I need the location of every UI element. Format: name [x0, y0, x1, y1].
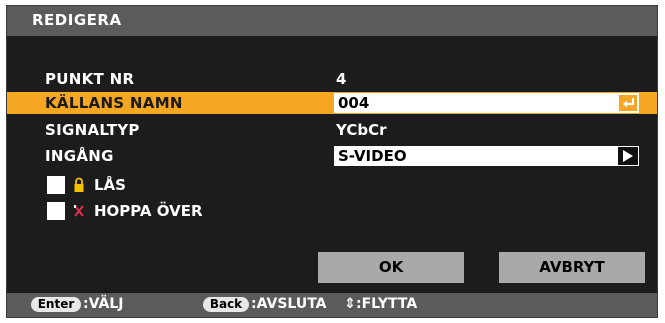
signal-type-label: SIGNALTYP: [45, 121, 140, 139]
lock-label: LÅS: [94, 176, 126, 194]
play-arrow-icon: [623, 150, 633, 162]
enter-key-badge: Enter: [31, 297, 81, 312]
source-name-value: 004: [338, 94, 370, 112]
input-next-button[interactable]: [617, 146, 639, 166]
item-number-row: PUNKT NR 4: [7, 68, 657, 90]
edit-dialog: REDIGERA PUNKT NR 4 KÄLLANS NAMN 004 SIG…: [6, 5, 658, 318]
enter-return-button[interactable]: [617, 93, 639, 113]
ok-button[interactable]: OK: [318, 252, 464, 283]
move-action-text: :FLYTTA: [356, 296, 418, 312]
item-number-label: PUNKT NR: [45, 70, 135, 88]
skip-x-icon: [74, 205, 84, 217]
enter-return-icon: [623, 98, 635, 108]
input-row: INGÅNG S-VIDEO: [7, 145, 657, 167]
input-select[interactable]: S-VIDEO: [334, 146, 617, 166]
title-bar: REDIGERA: [7, 6, 657, 36]
dialog-title: REDIGERA: [32, 11, 122, 29]
enter-action-text: :VÄLJ: [83, 296, 124, 312]
skip-checkbox[interactable]: [47, 202, 65, 220]
back-key-badge: Back: [203, 297, 249, 312]
signal-type-value: YCbCr: [336, 121, 387, 139]
cancel-button[interactable]: AVBRYT: [499, 252, 645, 283]
input-label: INGÅNG: [45, 147, 114, 165]
back-action-text: :AVSLUTA: [251, 296, 327, 312]
lock-checkbox[interactable]: [47, 176, 65, 194]
source-name-input[interactable]: 004: [334, 93, 617, 113]
signal-type-row: SIGNALTYP YCbCr: [7, 119, 657, 141]
source-name-label: KÄLLANS NAMN: [45, 94, 183, 112]
move-arrows-icon: ⇕: [344, 296, 356, 312]
input-value: S-VIDEO: [338, 147, 407, 165]
source-name-row[interactable]: KÄLLANS NAMN 004: [7, 92, 657, 114]
skip-label: HOPPA ÖVER: [94, 202, 203, 220]
lock-icon: [74, 177, 84, 192]
item-number-value: 4: [336, 70, 347, 88]
key-help-bar: Enter :VÄLJ Back :AVSLUTA ⇕ :FLYTTA: [7, 293, 657, 317]
